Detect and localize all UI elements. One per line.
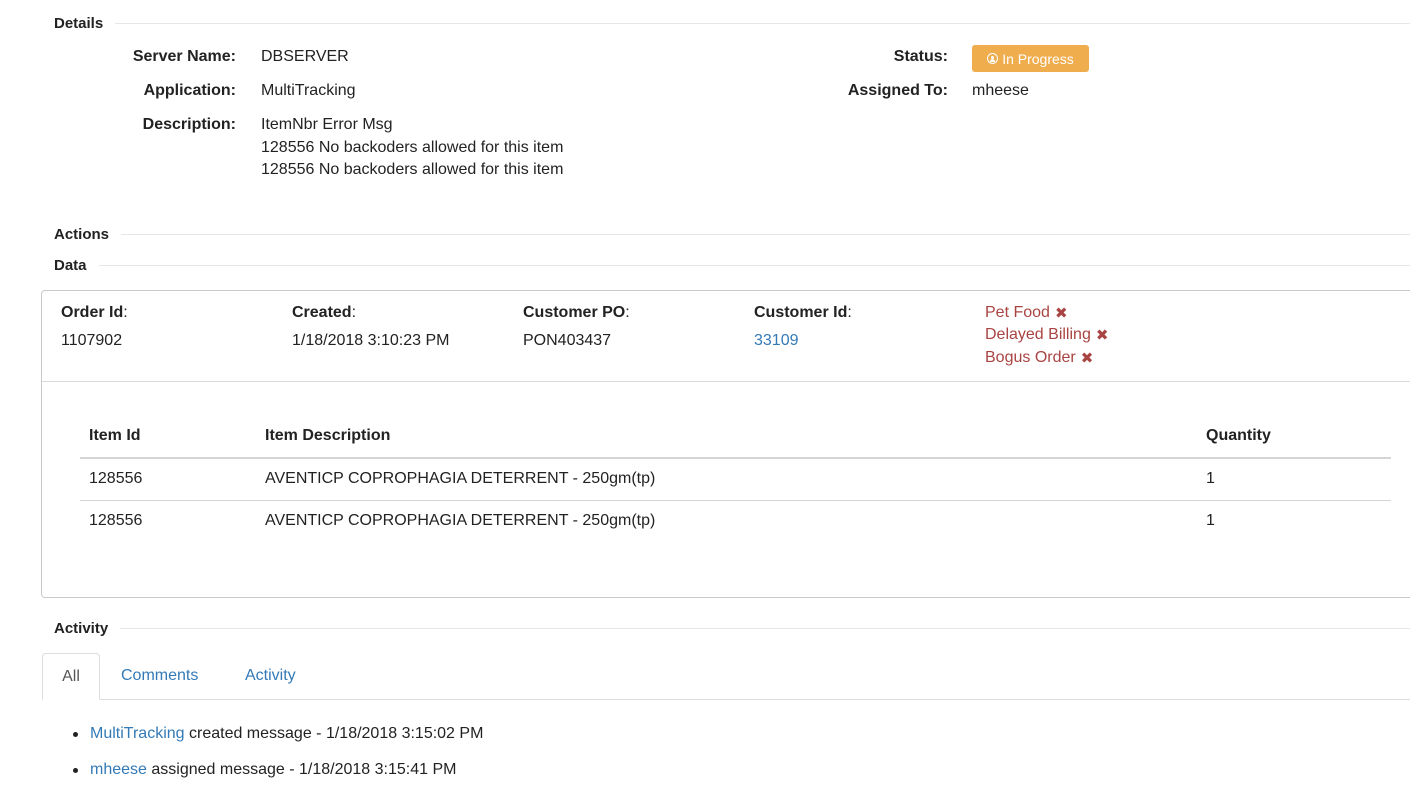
tab-comments[interactable]: Comments <box>121 653 198 699</box>
activity-actor-link[interactable]: mheese <box>90 761 147 778</box>
server-name-label: Server Name: <box>132 48 236 65</box>
close-icon[interactable]: ✖ <box>1055 304 1068 322</box>
activity-section-header: Activity <box>54 618 1410 638</box>
activity-text: created message - 1/18/2018 3:15:02 PM <box>184 725 484 742</box>
tag-label: Bogus Order <box>985 349 1076 366</box>
section-divider <box>120 627 1410 629</box>
assigned-to-label: Assigned To: <box>847 82 948 99</box>
tab-all[interactable]: All <box>42 653 100 700</box>
data-heading: Data <box>54 256 87 274</box>
description-line: 128556 No backoders allowed for this ite… <box>261 161 564 178</box>
customer-id-label: Customer Id: <box>754 304 852 321</box>
application-label: Application: <box>143 82 236 99</box>
data-section-header: Data <box>54 255 1410 275</box>
description-value: ItemNbr Error Msg 128556 No backoders al… <box>261 114 563 182</box>
close-icon[interactable]: ✖ <box>1096 326 1109 344</box>
server-name-value: DBSERVER <box>261 48 349 65</box>
activity-list: MultiTracking created message - 1/18/201… <box>72 724 484 796</box>
column-header-item-description: Item Description <box>265 427 391 444</box>
status-badge: In Progress <box>972 45 1089 72</box>
list-item: mheese assigned message - 1/18/2018 3:15… <box>72 760 483 796</box>
tag-label: Delayed Billing <box>985 326 1091 343</box>
table-cell-item-id: 128556 <box>89 470 143 487</box>
application-value: MultiTracking <box>261 82 356 99</box>
tabs-baseline <box>42 699 1410 700</box>
actions-section-header: Actions <box>54 224 1410 244</box>
table-cell-item-description: AVENTICP COPROPHAGIA DETERRENT - 250gm(t… <box>265 512 656 529</box>
column-header-quantity: Quantity <box>1206 427 1271 444</box>
section-divider <box>98 264 1410 266</box>
activity-text: assigned message - 1/18/2018 3:15:41 PM <box>146 761 457 778</box>
user-circle-icon <box>987 53 999 64</box>
created-label: Created: <box>292 304 357 321</box>
activity-tabs: All Comments Activity <box>42 653 1410 700</box>
tag-pet-food: Pet Food ✖ <box>985 304 1068 322</box>
column-header-item-id: Item Id <box>89 427 141 444</box>
order-id-value: 1107902 <box>61 332 123 349</box>
created-value: 1/18/2018 3:10:23 PM <box>292 332 450 349</box>
customer-po-label: Customer PO: <box>523 304 630 321</box>
section-divider <box>121 233 1410 235</box>
tab-activity[interactable]: Activity <box>245 653 296 699</box>
table-header-divider <box>80 457 1391 459</box>
table-cell-item-id: 128556 <box>89 512 143 529</box>
list-item: MultiTracking created message - 1/18/201… <box>72 724 484 760</box>
description-label: Description: <box>142 116 236 133</box>
tag-label: Pet Food <box>985 304 1050 321</box>
tag-delayed-billing: Delayed Billing ✖ <box>985 326 1108 344</box>
details-heading: Details <box>54 14 104 32</box>
activity-heading: Activity <box>54 619 109 637</box>
status-text: In Progress <box>1002 50 1074 67</box>
panel-divider <box>42 381 1410 382</box>
description-line: ItemNbr Error Msg <box>261 116 393 133</box>
table-cell-quantity: 1 <box>1206 470 1215 487</box>
details-section-header: Details <box>54 13 1410 33</box>
actions-heading: Actions <box>54 225 110 243</box>
customer-id-link[interactable]: 33109 <box>754 332 799 350</box>
table-cell-quantity: 1 <box>1206 512 1215 529</box>
table-row-divider <box>80 500 1391 501</box>
description-line: 128556 No backoders allowed for this ite… <box>261 138 564 156</box>
table-cell-item-description: AVENTICP COPROPHAGIA DETERRENT - 250gm(t… <box>265 470 656 487</box>
section-divider <box>115 22 1410 24</box>
order-id-label: Order Id: <box>61 304 128 321</box>
customer-po-value: PON403437 <box>523 332 612 349</box>
tag-bogus-order: Bogus Order ✖ <box>985 349 1093 367</box>
close-icon[interactable]: ✖ <box>1081 349 1094 367</box>
order-data-panel: Order Id: 1107902 Created: 1/18/2018 3:1… <box>41 290 1410 598</box>
activity-actor-link[interactable]: MultiTracking <box>90 725 185 742</box>
assigned-to-value: mheese <box>972 82 1029 99</box>
status-label: Status: <box>893 48 948 65</box>
